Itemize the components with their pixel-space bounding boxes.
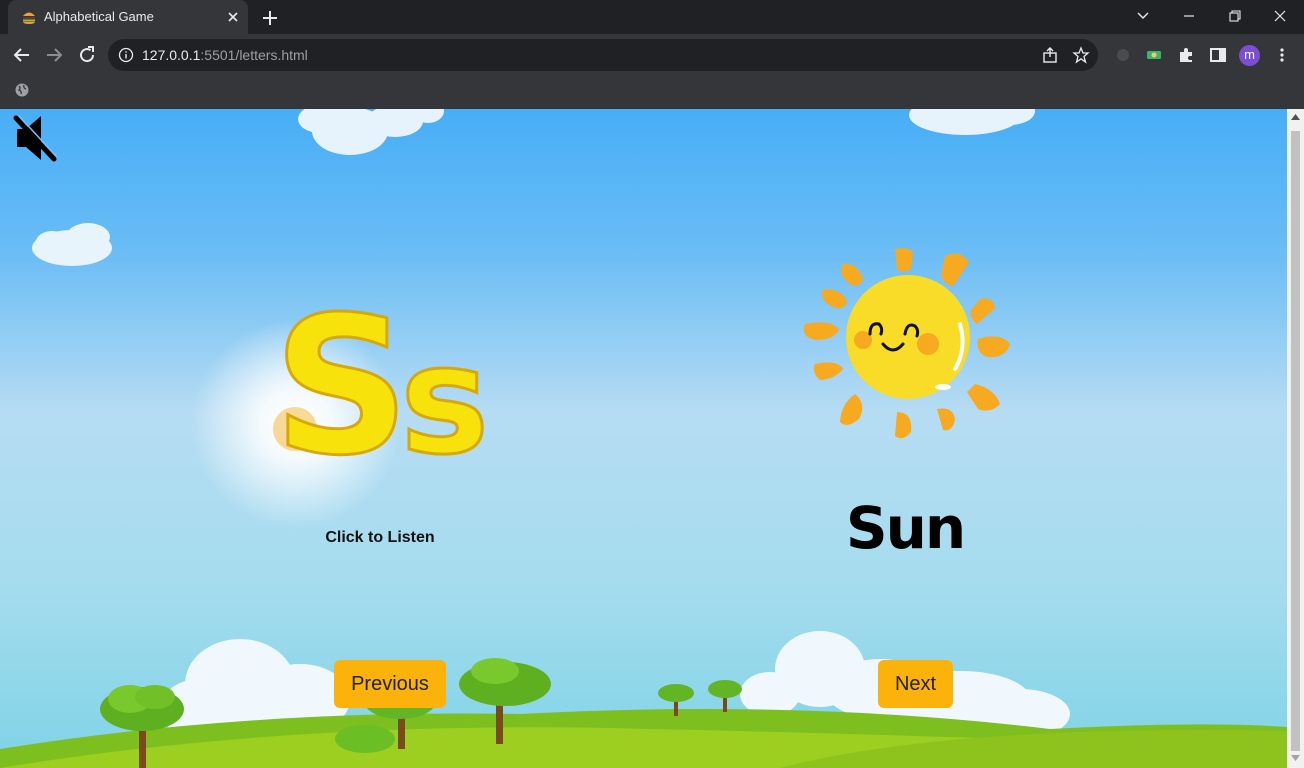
- restore-icon[interactable]: [1223, 5, 1247, 27]
- word-label: Sun: [845, 494, 966, 562]
- letter-lower: s: [400, 314, 489, 479]
- letter-upper: S: [273, 289, 410, 479]
- globe-bookmark-icon[interactable]: [14, 82, 30, 98]
- site-info-icon[interactable]: [118, 47, 134, 63]
- page-viewport: S s Click to Listen Sun Previous Next: [0, 109, 1287, 768]
- vertical-scrollbar[interactable]: [1287, 109, 1304, 768]
- scrollbar-thumb[interactable]: [1291, 131, 1300, 751]
- tab-search-chevron-icon[interactable]: [1131, 5, 1155, 27]
- bookmark-star-icon[interactable]: [1072, 46, 1090, 64]
- cloud-top-right: [909, 109, 1035, 135]
- tab-close-icon[interactable]: [224, 8, 242, 26]
- extension-disabled-icon[interactable]: [1114, 46, 1132, 64]
- tree-small-2: [708, 680, 742, 712]
- url-path: :5501/letters.html: [200, 47, 308, 63]
- tab-strip: Alphabetical Game: [0, 0, 1304, 34]
- close-window-icon[interactable]: [1268, 5, 1292, 27]
- speaker-muted-icon[interactable]: [13, 113, 57, 163]
- extensions-puzzle-icon[interactable]: [1177, 46, 1195, 64]
- browser-toolbar: 127.0.0.1:5501/letters.html m: [0, 34, 1304, 76]
- profile-avatar[interactable]: m: [1239, 45, 1260, 66]
- back-icon[interactable]: [10, 43, 34, 67]
- sun-illustration[interactable]: [795, 244, 1020, 444]
- new-tab-icon[interactable]: [259, 7, 281, 29]
- reload-icon[interactable]: [75, 43, 99, 67]
- menu-kebab-icon[interactable]: [1273, 46, 1291, 64]
- listen-label[interactable]: Click to Listen: [300, 529, 460, 547]
- tab-active[interactable]: Alphabetical Game: [8, 0, 248, 34]
- cloud-top-center: [298, 109, 444, 155]
- bush-left: [335, 725, 395, 753]
- url-text[interactable]: 127.0.0.1:5501/letters.html: [142, 47, 308, 63]
- bookmarks-bar: [0, 76, 1304, 110]
- url-host: 127.0.0.1: [142, 47, 201, 63]
- minimize-icon[interactable]: [1177, 5, 1201, 27]
- address-bar[interactable]: 127.0.0.1:5501/letters.html: [108, 39, 1098, 71]
- sun-cheek-right: [917, 333, 939, 355]
- next-button[interactable]: Next: [878, 660, 953, 708]
- cloud-small-left: [32, 223, 112, 266]
- extension-money-icon[interactable]: [1145, 46, 1163, 64]
- scroll-down-arrow-icon[interactable]: [1291, 754, 1300, 762]
- background-scene: [0, 109, 1287, 768]
- tab-title: Alphabetical Game: [44, 9, 154, 24]
- share-icon[interactable]: [1041, 46, 1059, 64]
- burger-favicon-icon: [23, 12, 35, 24]
- letter-pair-ss[interactable]: S s: [195, 289, 495, 479]
- forward-icon[interactable]: [42, 43, 66, 67]
- scroll-up-arrow-icon[interactable]: [1291, 113, 1300, 121]
- side-panel-icon[interactable]: [1209, 46, 1227, 64]
- previous-button[interactable]: Previous: [334, 660, 446, 708]
